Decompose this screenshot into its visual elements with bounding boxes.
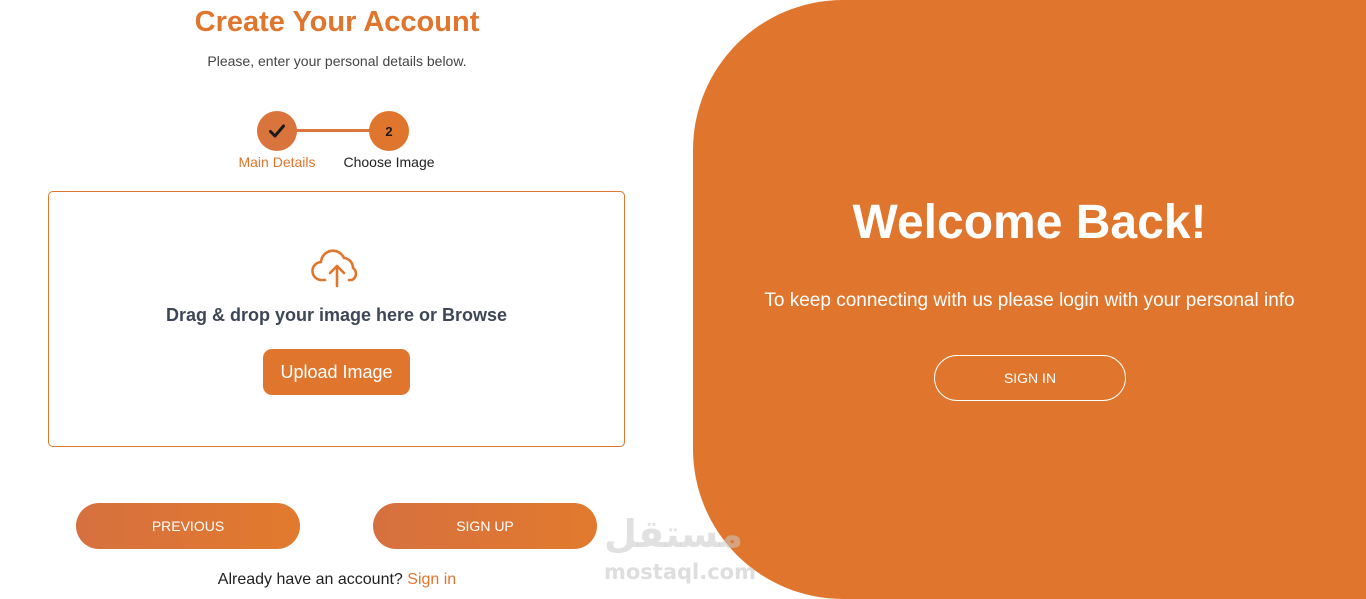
welcome-panel: Welcome Back! To keep connecting with us… <box>693 0 1366 599</box>
sign-in-link[interactable]: Sign in <box>407 571 456 588</box>
checkmark-icon <box>269 124 285 138</box>
previous-button[interactable]: PREVIOUS <box>76 503 300 549</box>
upload-image-button[interactable]: Upload Image <box>263 349 410 395</box>
progress-stepper: 2 Main Details Choose Image <box>0 110 674 174</box>
image-dropzone[interactable]: Drag & drop your image here or Browse Up… <box>48 191 625 447</box>
step-choose-image[interactable]: 2 <box>369 111 409 151</box>
dropzone-text: Drag & drop your image here or Browse <box>165 305 508 325</box>
account-prompt: Already have an account? Sign in <box>0 571 674 589</box>
signup-page: Create Your Account Please, enter your p… <box>0 0 1366 599</box>
signup-form-area: Create Your Account Please, enter your p… <box>0 0 680 599</box>
step-label-choose-image: Choose Image <box>343 154 435 170</box>
step-label-main-details: Main Details <box>238 154 316 170</box>
welcome-text: To keep connecting with us please login … <box>764 290 1295 311</box>
welcome-title: Welcome Back! <box>852 196 1207 249</box>
step-main-details[interactable] <box>257 111 297 151</box>
step-number: 2 <box>385 123 393 139</box>
account-prompt-text: Already have an account? <box>217 571 403 588</box>
step-connector <box>296 129 372 132</box>
sign-in-button[interactable]: SIGN IN <box>934 355 1126 401</box>
page-title: Create Your Account <box>194 6 480 38</box>
page-subtitle: Please, enter your personal details belo… <box>207 53 467 69</box>
sign-up-button[interactable]: SIGN UP <box>373 503 597 549</box>
cloud-upload-icon <box>311 249 358 288</box>
